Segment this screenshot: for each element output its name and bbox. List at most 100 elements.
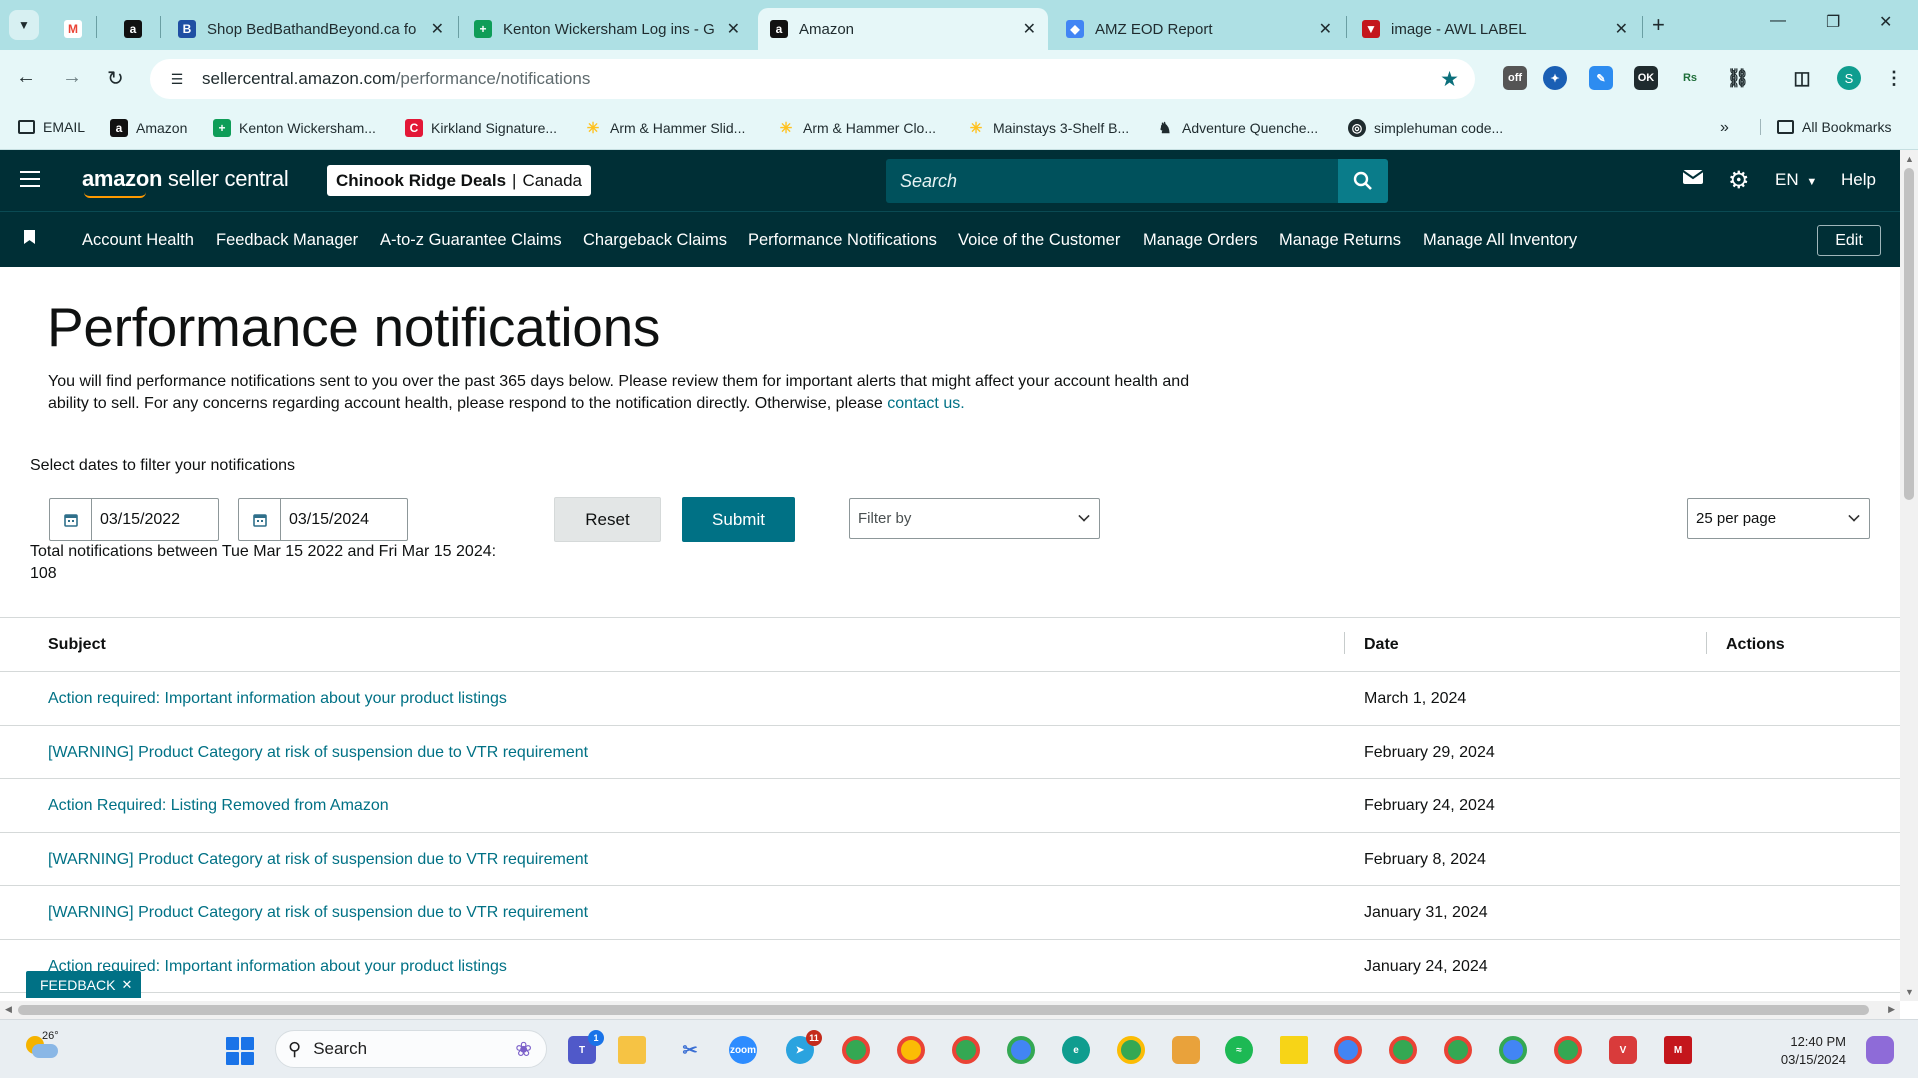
forward-icon[interactable]: → [62, 66, 82, 89]
extension-ok-icon[interactable]: OK [1634, 66, 1658, 90]
tab-amazon-active[interactable]: a Amazon ✕ [758, 8, 1048, 50]
bookmark-star-icon[interactable]: ★ [1440, 67, 1459, 92]
teams-icon[interactable]: T1 [568, 1030, 604, 1064]
nav-account-health[interactable]: Account Health [82, 231, 194, 250]
submit-button[interactable]: Submit [682, 497, 795, 542]
vertical-scrollbar[interactable]: ▲ ▼ [1900, 150, 1918, 1001]
tab-amz-eod-report[interactable]: ◆ AMZ EOD Report ✕ [1054, 8, 1344, 50]
end-date-field[interactable]: 03/15/2024 [238, 498, 408, 541]
address-bar[interactable]: ☰ sellercentral.amazon.com/performance/n… [150, 59, 1475, 99]
bookmark-kirkland[interactable]: C Kirkland Signature... [405, 119, 557, 137]
bookmark-arm-hammer-slid[interactable]: ✳ Arm & Hammer Slid... [584, 119, 746, 137]
sticky-notes-icon[interactable] [1280, 1036, 1308, 1064]
notification-subject-link[interactable]: [WARNING] Product Category at risk of su… [48, 904, 588, 922]
chrome-profile-icon[interactable] [1554, 1036, 1582, 1064]
new-tab-button[interactable]: + [1652, 12, 1665, 38]
settings-gear-icon[interactable]: ⚙ [1728, 166, 1750, 195]
calendar-icon[interactable] [239, 499, 281, 540]
chrome-profile-icon[interactable] [1444, 1036, 1472, 1064]
site-info-icon[interactable]: ☰ [164, 66, 190, 92]
copilot-icon[interactable] [1866, 1036, 1894, 1064]
restore-icon[interactable]: ❐ [1826, 12, 1840, 32]
help-link[interactable]: Help [1841, 170, 1876, 190]
tab-bedbathandbeyond[interactable]: B Shop BedBathandBeyond.ca fo ✕ [166, 8, 456, 50]
mcafee-icon[interactable]: M [1664, 1036, 1692, 1064]
close-icon[interactable]: ✕ [727, 19, 740, 39]
tab-amazon-pinned[interactable]: a [112, 8, 156, 50]
calendar-icon[interactable] [50, 499, 92, 540]
chrome-profile-icon[interactable] [1389, 1036, 1417, 1064]
chrome-profile-icon[interactable] [842, 1036, 870, 1064]
profile-avatar[interactable]: S [1837, 66, 1861, 90]
nav-chargeback-claims[interactable]: Chargeback Claims [583, 231, 727, 250]
file-explorer-icon[interactable] [618, 1036, 646, 1064]
store-switcher[interactable]: Chinook Ridge Deals | Canada [327, 165, 592, 196]
side-panel-icon[interactable]: ◫ [1790, 66, 1814, 90]
scrollbar-thumb[interactable] [18, 1005, 1869, 1015]
chrome-profile-icon[interactable] [1007, 1036, 1035, 1064]
nav-a-to-z-claims[interactable]: A-to-z Guarantee Claims [380, 231, 562, 250]
chrome-profile-icon[interactable] [952, 1036, 980, 1064]
edge-icon[interactable]: e [1062, 1036, 1090, 1064]
tab-awl-label[interactable]: ▼ image - AWL LABEL ✕ [1350, 8, 1640, 50]
chrome-profile-icon[interactable] [1334, 1036, 1362, 1064]
close-icon[interactable]: ✕ [121, 977, 132, 993]
scroll-right-icon[interactable]: ▶ [1888, 1004, 1895, 1015]
per-page-select[interactable]: 25 per page [1687, 498, 1870, 539]
zoom-icon[interactable]: zoom [729, 1036, 757, 1064]
tab-kenton-wickersham[interactable]: + Kenton Wickersham Log ins - G ✕ [462, 8, 752, 50]
more-bookmarks-icon[interactable]: » [1720, 119, 1729, 137]
all-bookmarks[interactable]: All Bookmarks [1760, 119, 1891, 135]
nav-feedback-manager[interactable]: Feedback Manager [216, 231, 358, 250]
reset-button[interactable]: Reset [554, 497, 661, 542]
bookmark-kenton[interactable]: + Kenton Wickersham... [213, 119, 376, 137]
notification-subject-link[interactable]: Action Required: Listing Removed from Am… [48, 797, 389, 815]
notification-subject-link[interactable]: [WARNING] Product Category at risk of su… [48, 744, 588, 762]
tab-search-button[interactable]: ▼ [9, 10, 39, 40]
feedback-button[interactable]: FEEDBACK ✕ [26, 971, 142, 998]
bookmark-arm-hammer-clo[interactable]: ✳ Arm & Hammer Clo... [777, 119, 936, 137]
tab-gmail[interactable]: M [52, 8, 96, 50]
nav-manage-returns[interactable]: Manage Returns [1279, 231, 1401, 250]
reload-icon[interactable]: ↻ [107, 66, 124, 91]
bookmark-amazon[interactable]: a Amazon [110, 119, 187, 137]
bookmark-ribbon-icon[interactable] [24, 230, 35, 244]
extension-off-icon[interactable]: off [1503, 66, 1527, 90]
extension-circle-icon[interactable]: ✦ [1543, 66, 1567, 90]
windows-start-icon[interactable] [226, 1037, 254, 1065]
seller-central-logo[interactable]: amazon seller central [82, 166, 289, 198]
scroll-down-icon[interactable]: ▼ [1905, 987, 1914, 997]
search-input[interactable]: Search [886, 159, 1338, 203]
hamburger-menu-icon[interactable] [20, 171, 40, 187]
extensions-puzzle-icon[interactable]: ⛓ [1726, 66, 1750, 90]
taskbar-clock[interactable]: 12:40 PM 03/15/2024 [1766, 1033, 1846, 1069]
spotify-icon[interactable]: ≈ [1225, 1036, 1253, 1064]
mail-icon[interactable] [1682, 168, 1704, 192]
minimize-icon[interactable]: — [1770, 12, 1786, 30]
filter-by-select[interactable]: Filter by [849, 498, 1100, 539]
nav-voice-of-customer[interactable]: Voice of the Customer [958, 231, 1120, 250]
close-icon[interactable]: ✕ [1615, 19, 1628, 39]
chrome-profile-icon[interactable] [1117, 1036, 1145, 1064]
close-window-icon[interactable]: ✕ [1879, 12, 1892, 32]
more-menu-icon[interactable]: ⋮ [1882, 66, 1906, 90]
close-icon[interactable]: ✕ [431, 19, 444, 39]
close-icon[interactable]: ✕ [1319, 19, 1332, 39]
taskbar-search[interactable]: ⚲ Search ❀ [275, 1030, 547, 1068]
search-button[interactable] [1338, 159, 1388, 203]
chrome-profile-icon[interactable] [1499, 1036, 1527, 1064]
vivaldi-icon[interactable]: V [1609, 1036, 1637, 1064]
contact-us-link[interactable]: contact us [887, 395, 960, 412]
notification-subject-link[interactable]: Action required: Important information a… [48, 690, 507, 708]
honey-icon[interactable] [1172, 1036, 1200, 1064]
horizontal-scrollbar[interactable]: ◀ ▶ [0, 1001, 1900, 1019]
scroll-up-icon[interactable]: ▲ [1905, 154, 1914, 164]
scroll-left-icon[interactable]: ◀ [5, 1004, 12, 1015]
column-header-subject[interactable]: Subject [48, 636, 106, 654]
telegram-icon[interactable]: ➤ 11 [786, 1030, 822, 1064]
snipping-tool-icon[interactable]: ✂ [676, 1036, 704, 1064]
nav-manage-all-inventory[interactable]: Manage All Inventory [1423, 231, 1577, 250]
scrollbar-thumb[interactable] [1904, 168, 1914, 500]
notification-subject-link[interactable]: [WARNING] Product Category at risk of su… [48, 851, 588, 869]
close-icon[interactable]: ✕ [1023, 19, 1036, 39]
